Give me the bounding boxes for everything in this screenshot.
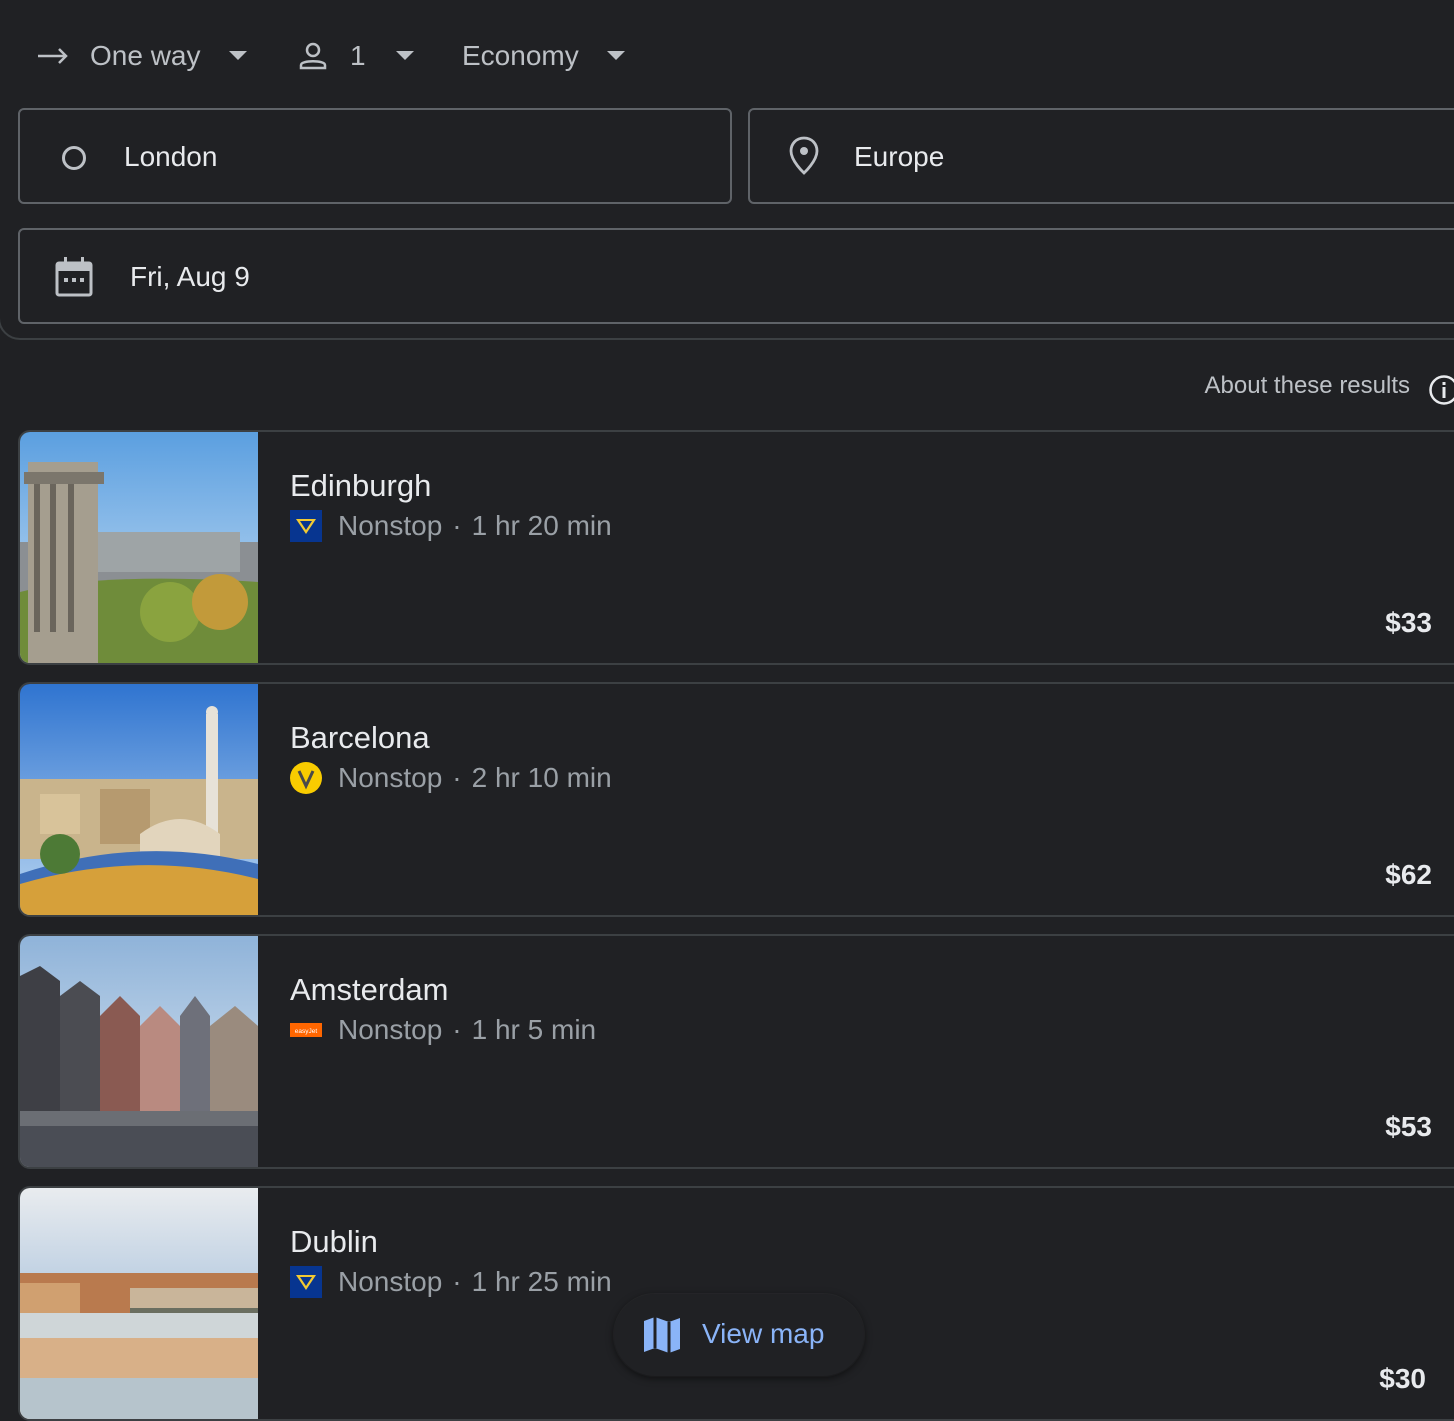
result-card-edinburgh[interactable]: Edinburgh Nonstop · 1 hr 20 min $33 bbox=[18, 430, 1454, 665]
origin-value: London bbox=[124, 141, 217, 173]
person-icon bbox=[298, 41, 328, 71]
result-card-barcelona[interactable]: Barcelona Nonstop · 2 hr 10 min $62 bbox=[18, 682, 1454, 917]
info-icon[interactable] bbox=[1428, 374, 1454, 406]
separator: · bbox=[452, 1266, 461, 1298]
ryanair-logo-icon bbox=[290, 510, 322, 542]
destination-photo bbox=[20, 432, 258, 663]
calendar-icon bbox=[54, 256, 94, 298]
destination-city: Edinburgh bbox=[290, 468, 431, 504]
separator: · bbox=[452, 762, 461, 794]
departure-date-field[interactable]: Fri, Aug 9 bbox=[18, 228, 1454, 324]
chevron-down-icon bbox=[607, 51, 625, 61]
flight-details: Nonstop · 1 hr 20 min bbox=[290, 510, 612, 542]
chevron-down-icon bbox=[396, 51, 414, 61]
location-pin-icon bbox=[788, 136, 820, 176]
destination-city: Dublin bbox=[290, 1224, 378, 1260]
arrow-right-icon bbox=[38, 46, 70, 66]
duration: 1 hr 20 min bbox=[472, 510, 612, 542]
passengers-dropdown[interactable]: 1 bbox=[298, 30, 414, 82]
separator: · bbox=[452, 510, 461, 542]
map-icon bbox=[642, 1315, 682, 1360]
cabin-class-dropdown[interactable]: Economy bbox=[462, 30, 625, 82]
flight-details: Nonstop · 2 hr 10 min bbox=[290, 762, 612, 794]
duration: 1 hr 5 min bbox=[472, 1014, 597, 1046]
price: $33 bbox=[1385, 607, 1432, 639]
destination-city: Barcelona bbox=[290, 720, 430, 756]
flight-details: easyJet Nonstop · 1 hr 5 min bbox=[290, 1014, 596, 1046]
price: $30 bbox=[1379, 1363, 1426, 1395]
duration: 2 hr 10 min bbox=[472, 762, 612, 794]
stops: Nonstop bbox=[338, 510, 442, 542]
destination-photo bbox=[20, 684, 258, 915]
separator: · bbox=[452, 1014, 461, 1046]
origin-field[interactable]: London bbox=[18, 108, 732, 204]
stops: Nonstop bbox=[338, 1266, 442, 1298]
easyjet-logo-icon: easyJet bbox=[290, 1014, 322, 1046]
destination-field[interactable]: Europe bbox=[748, 108, 1454, 204]
view-map-label: View map bbox=[702, 1318, 824, 1350]
price: $62 bbox=[1385, 859, 1432, 891]
departure-date-value: Fri, Aug 9 bbox=[130, 261, 250, 293]
destination-city: Amsterdam bbox=[290, 972, 448, 1008]
destination-value: Europe bbox=[854, 141, 944, 173]
easyjet-logo-text: easyJet bbox=[295, 1028, 318, 1035]
trip-type-dropdown[interactable]: One way bbox=[38, 30, 247, 82]
price: $53 bbox=[1385, 1111, 1432, 1143]
ryanair-logo-icon bbox=[290, 1266, 322, 1298]
destination-photo bbox=[20, 936, 258, 1167]
flight-details: Nonstop · 1 hr 25 min bbox=[290, 1266, 612, 1298]
stops: Nonstop bbox=[338, 1014, 442, 1046]
about-results-link[interactable]: About these results bbox=[1205, 372, 1410, 400]
vueling-logo-icon bbox=[290, 762, 322, 794]
circle-origin-icon bbox=[60, 144, 88, 172]
destination-photo bbox=[20, 1188, 258, 1419]
cabin-class-label: Economy bbox=[462, 40, 579, 72]
chevron-down-icon bbox=[229, 51, 247, 61]
passengers-count: 1 bbox=[350, 40, 366, 72]
trip-type-label: One way bbox=[90, 40, 201, 72]
stops: Nonstop bbox=[338, 762, 442, 794]
view-map-button[interactable]: View map bbox=[614, 1294, 864, 1376]
result-card-amsterdam[interactable]: Amsterdam easyJet Nonstop · 1 hr 5 min $… bbox=[18, 934, 1454, 1169]
duration: 1 hr 25 min bbox=[472, 1266, 612, 1298]
